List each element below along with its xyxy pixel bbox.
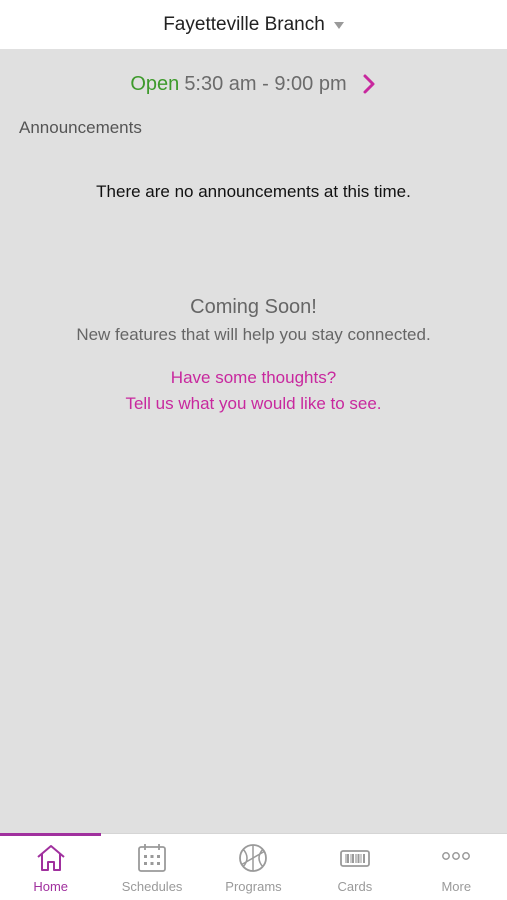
tab-schedules-label: Schedules bbox=[121, 879, 183, 894]
tab-cards[interactable]: Cards bbox=[304, 834, 405, 900]
tab-home-label: Home bbox=[33, 879, 69, 894]
feedback-link-line1[interactable]: Have some thoughts? bbox=[0, 368, 507, 388]
home-icon bbox=[37, 845, 65, 871]
calendar-icon bbox=[138, 844, 166, 872]
branch-name: Fayetteville Branch bbox=[163, 13, 325, 35]
tab-home[interactable]: Home bbox=[0, 833, 102, 900]
coming-soon-subtitle: New features that will help you stay con… bbox=[76, 325, 431, 344]
announcements-title: Announcements bbox=[19, 118, 142, 137]
tab-cards-label: Cards bbox=[337, 879, 373, 894]
tab-bar: Home Schedules Programs Cards More bbox=[0, 833, 507, 900]
basketball-icon bbox=[239, 844, 268, 872]
no-announcements-message: There are no announcements at this time. bbox=[96, 182, 411, 201]
header-bar: Fayetteville Branch bbox=[0, 0, 507, 49]
hours-time: 5:30 am - 9:00 pm bbox=[184, 72, 347, 95]
hours-row[interactable]: Open 5:30 am - 9:00 pm bbox=[0, 68, 507, 100]
coming-soon-title: Coming Soon! bbox=[190, 296, 317, 318]
card-icon bbox=[339, 850, 370, 867]
branch-selector[interactable]: Fayetteville Branch bbox=[163, 14, 344, 36]
feedback-link-line2[interactable]: Tell us what you would like to see. bbox=[0, 394, 507, 414]
caret-down-icon bbox=[333, 22, 344, 29]
tab-more[interactable]: More bbox=[406, 834, 507, 900]
tab-programs-label: Programs bbox=[225, 879, 282, 894]
tab-programs[interactable]: Programs bbox=[203, 834, 304, 900]
more-icon bbox=[442, 852, 471, 860]
tab-schedules[interactable]: Schedules bbox=[101, 834, 202, 900]
app-screen: Fayetteville Branch Open 5:30 am - 9:00 … bbox=[0, 0, 507, 900]
open-status: Open bbox=[130, 72, 180, 95]
chevron-right-icon[interactable] bbox=[361, 73, 377, 95]
tab-more-label: More bbox=[441, 879, 472, 894]
